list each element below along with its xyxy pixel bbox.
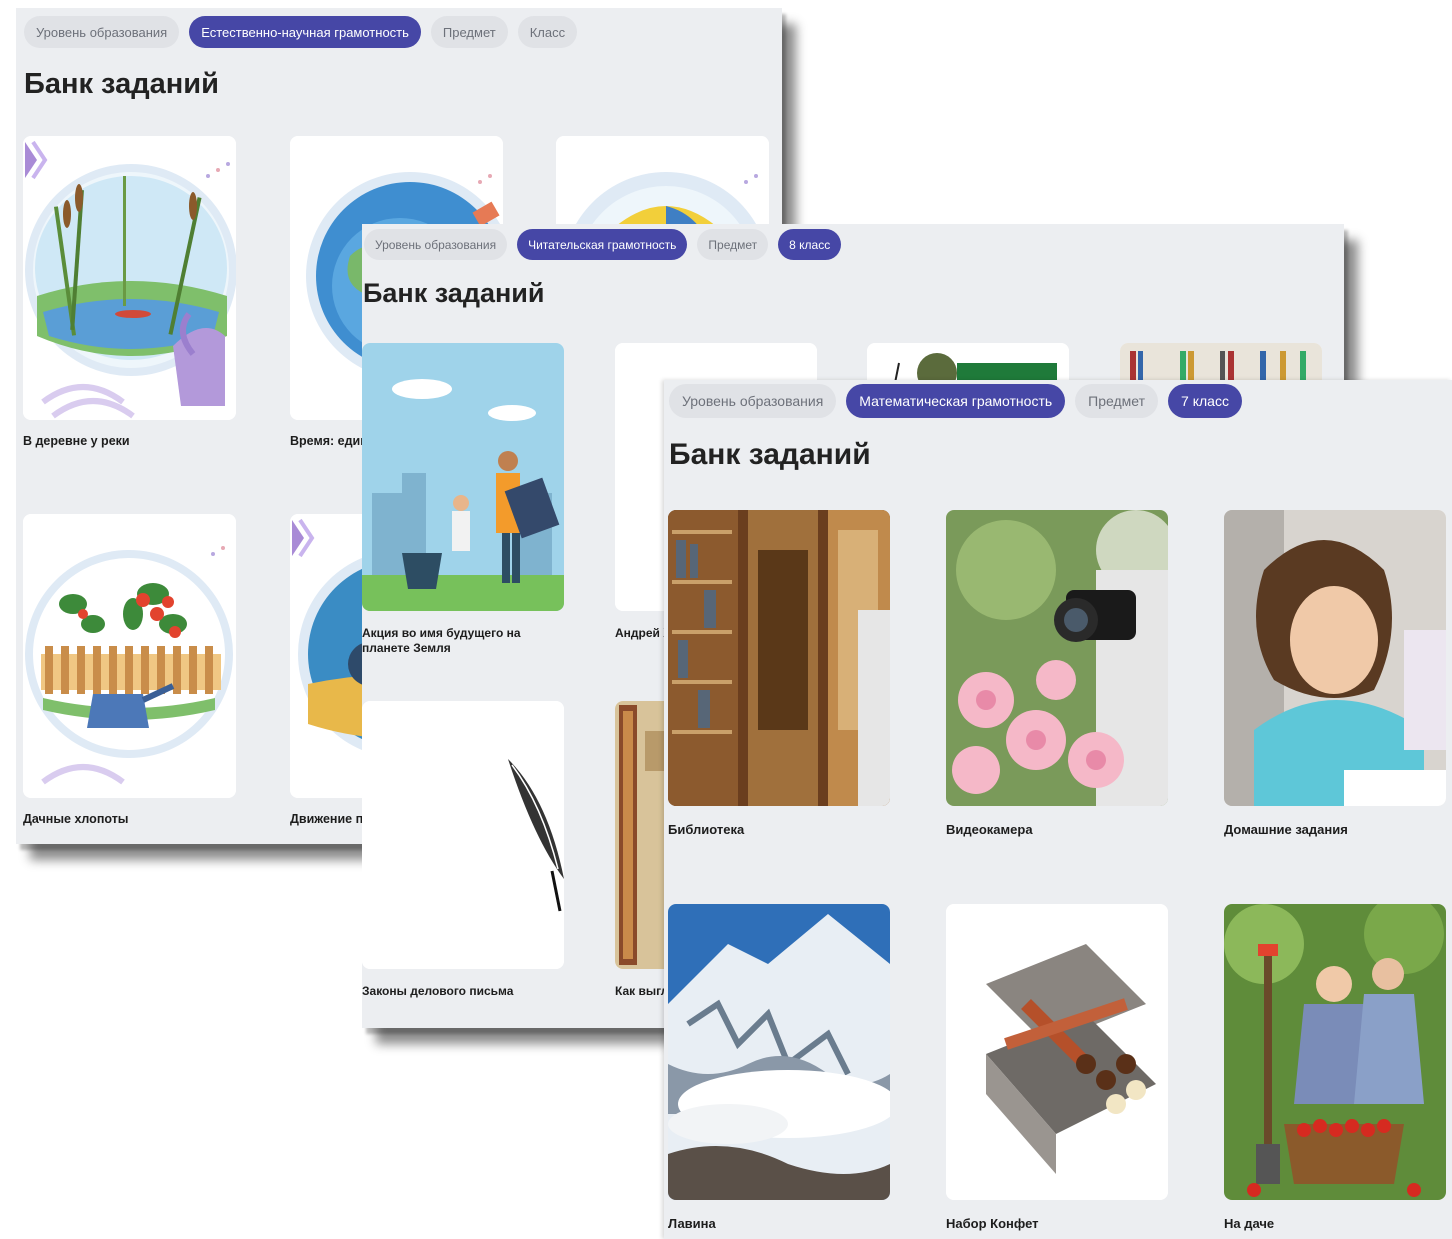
card-image-camera <box>946 510 1168 806</box>
card-image-dacha <box>1224 904 1446 1200</box>
card-image-earth-action <box>362 343 564 611</box>
filter-subject[interactable]: Предмет <box>430 16 508 48</box>
filter-bar: Уровень образования Читательская грамотн… <box>364 229 842 260</box>
card-image-garden-chores <box>23 514 236 798</box>
filter-education-level[interactable]: Уровень образования <box>364 229 508 260</box>
filter-math-literacy[interactable]: Математическая грамотность <box>846 384 1066 418</box>
task-bank-panel-math: Уровень образования Математическая грамо… <box>664 380 1452 1239</box>
page-title: Банк заданий <box>363 278 545 308</box>
filter-subject[interactable]: Предмет <box>697 229 769 260</box>
filter-bar: Уровень образования Математическая грамо… <box>669 384 1242 418</box>
card-title: Акция во имя будущего на планете Земля <box>362 626 521 655</box>
card-title: Набор Конфет <box>946 1216 1039 1231</box>
filter-grade[interactable]: 8 класс <box>778 229 842 260</box>
filter-bar: Уровень образования Естественно-научная … <box>24 16 578 48</box>
filter-education-level[interactable]: Уровень образования <box>669 384 837 418</box>
card-title: Дачные хлопоты <box>23 812 129 826</box>
card-image-avalanche <box>668 904 890 1200</box>
card-image-river-village <box>23 136 236 420</box>
filter-science-literacy[interactable]: Естественно-научная грамотность <box>189 16 421 48</box>
card-image-candy-box <box>946 904 1168 1200</box>
page-title: Банк заданий <box>24 68 219 100</box>
filter-reading-literacy[interactable]: Читательская грамотность <box>517 229 688 260</box>
card-image-quill <box>362 701 564 969</box>
filter-education-level[interactable]: Уровень образования <box>24 16 180 48</box>
filter-subject[interactable]: Предмет <box>1075 384 1159 418</box>
card-image-homework <box>1224 510 1446 806</box>
page-title: Банк заданий <box>669 438 871 471</box>
card-title: Законы делового письма <box>362 984 514 998</box>
card-title: На даче <box>1224 1216 1275 1231</box>
card-title: В деревне у реки <box>23 434 130 448</box>
card-title: Домашние задания <box>1224 822 1348 837</box>
card-title: Видеокамера <box>946 822 1033 837</box>
filter-grade[interactable]: 7 класс <box>1168 384 1242 418</box>
card-title: Лавина <box>668 1216 716 1231</box>
filter-grade[interactable]: Класс <box>517 16 578 48</box>
card-title: Библиотека <box>668 822 745 837</box>
card-image-library <box>668 510 890 806</box>
